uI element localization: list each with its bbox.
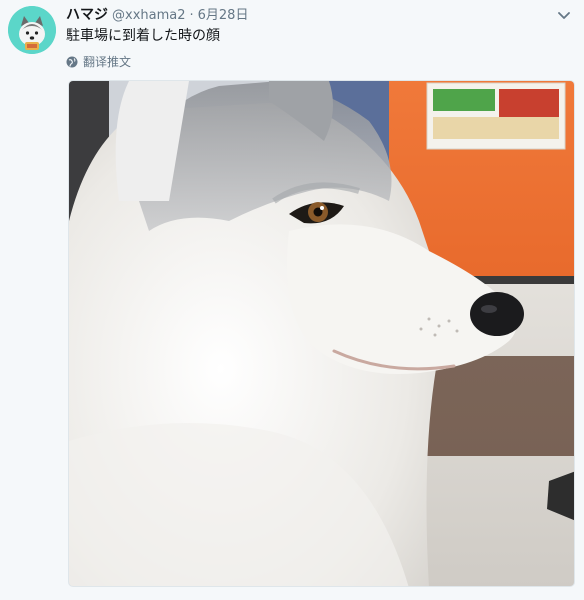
avatar-illustration: [8, 6, 56, 54]
tweet-menu-button[interactable]: [554, 8, 574, 24]
chevron-down-icon: [558, 12, 570, 19]
avatar[interactable]: [8, 6, 56, 54]
tweet-photo[interactable]: [68, 80, 575, 587]
translate-label: 翻译推文: [83, 55, 132, 69]
tweet-date[interactable]: 6月28日: [198, 7, 249, 25]
tweet-card: ハマジ @xxhama2 · 6月28日 駐車場に到着した時の顔 翻译推文: [0, 0, 584, 600]
user-handle[interactable]: @xxhama2: [112, 7, 186, 25]
husky-photo: [69, 81, 574, 586]
tweet-text: 駐車場に到着した時の顔: [66, 28, 220, 44]
display-name[interactable]: ハマジ: [66, 6, 108, 24]
globe-icon: [66, 56, 78, 67]
header-separator: ·: [189, 8, 194, 23]
translate-tweet-link[interactable]: 翻译推文: [66, 53, 131, 70]
tweet-header: ハマジ @xxhama2 · 6月28日: [66, 6, 248, 25]
